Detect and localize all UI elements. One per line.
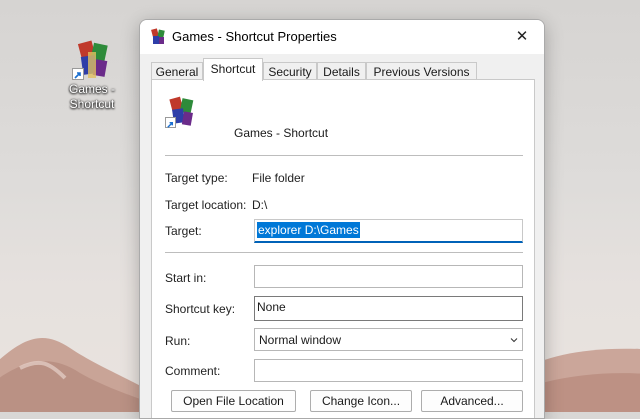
tab-general[interactable]: General — [151, 62, 203, 80]
tab-previous-versions[interactable]: Previous Versions — [366, 62, 477, 80]
divider — [165, 155, 523, 156]
target-type-value: File folder — [252, 171, 305, 185]
tab-shortcut[interactable]: Shortcut — [203, 58, 263, 81]
tab-security[interactable]: Security — [263, 62, 317, 80]
comment-input[interactable] — [254, 359, 523, 382]
winrar-icon — [165, 96, 197, 128]
run-selected-value: Normal window — [259, 332, 342, 347]
divider — [165, 252, 523, 253]
target-type-label: Target type: — [165, 171, 228, 185]
target-selected-text: explorer D:\Games — [257, 222, 360, 238]
target-location-label: Target location: — [165, 198, 247, 212]
desktop-shortcut[interactable]: Games - Shortcut — [62, 40, 122, 112]
title-bar: Games - Shortcut Properties ✕ — [140, 20, 544, 54]
winrar-icon — [151, 28, 165, 44]
chevron-down-icon — [510, 337, 518, 342]
advanced-button[interactable]: Advanced... — [421, 390, 523, 412]
desktop-icon-label: Games - Shortcut — [68, 82, 115, 111]
start-in-label: Start in: — [165, 271, 207, 285]
shortcut-panel: Games - Shortcut Target type: File folde… — [151, 79, 535, 418]
shortcut-key-label: Shortcut key: — [165, 302, 236, 316]
run-label: Run: — [165, 334, 191, 348]
target-input[interactable]: explorer D:\Games — [254, 219, 523, 243]
dialog-title: Games - Shortcut Properties — [172, 29, 337, 44]
run-select[interactable]: Normal window — [254, 328, 523, 351]
shortcut-name: Games - Shortcut — [234, 126, 329, 140]
shortcut-arrow-icon — [72, 68, 84, 80]
properties-dialog: Games - Shortcut Properties ✕ General Sh… — [139, 19, 545, 419]
change-icon-button[interactable]: Change Icon... — [310, 390, 412, 412]
target-label: Target: — [165, 224, 202, 238]
close-button[interactable]: ✕ — [500, 20, 544, 52]
close-icon: ✕ — [515, 28, 529, 45]
shortcut-arrow-icon — [165, 117, 176, 128]
target-location-value: D:\ — [252, 198, 268, 212]
winrar-icon — [72, 40, 112, 80]
comment-label: Comment: — [165, 364, 221, 378]
start-in-input[interactable] — [254, 265, 523, 288]
tab-details[interactable]: Details — [317, 62, 366, 80]
open-file-location-button[interactable]: Open File Location — [171, 390, 296, 412]
shortcut-key-input[interactable]: None — [254, 296, 523, 321]
